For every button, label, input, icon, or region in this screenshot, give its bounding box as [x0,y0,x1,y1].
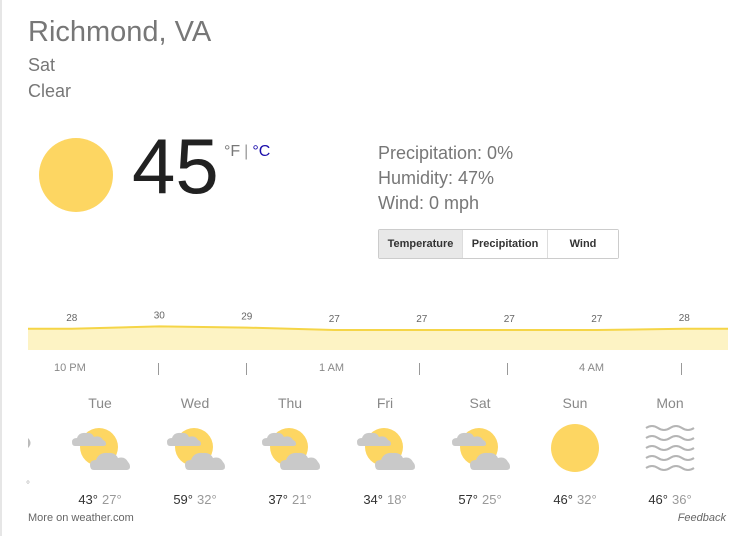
partial-cloud-icon [28,438,31,448]
forecast-day[interactable]: Thu 37° 21° [243,395,337,507]
hour-tick [681,363,682,375]
temperature-value-label: 27 [416,314,428,325]
forecast-high: 57° [458,492,478,507]
hour-axis: 10 PM 1 AM 4 AM [28,362,728,378]
fahrenheit-unit: °F [224,143,241,160]
hour-label: 10 PM [54,362,86,374]
forecast-day[interactable]: Mon 46° 36° [623,395,717,507]
wind-stat: Wind: 0 mph [378,193,480,213]
hour-label: 4 AM [579,362,605,374]
temperature-value-label: 30 [154,310,166,321]
forecast-day-name: Sat [469,395,491,411]
partly-cloudy-icon [68,424,132,476]
forecast-day-name: Thu [277,395,303,411]
forecast-day-name: Sun [562,395,588,411]
forecast-day[interactable]: Wed 59° 32° [148,395,242,507]
sun-icon [543,424,607,476]
precipitation-stat: Precipitation: 0% [378,143,514,163]
tab-temperature[interactable]: Temperature [379,230,463,258]
partly-cloudy-icon [258,424,322,476]
current-temperature: 45 [132,122,219,210]
more-weather-link[interactable]: More on weather.com [28,512,134,524]
hour-tick [419,363,420,375]
weather-stats: Precipitation: 0% Humidity: 47% Wind: 0 … [378,141,513,216]
forecast-low: 21° [292,492,312,507]
forecast-high: 59° [173,492,193,507]
temperature-value-label: 29 [241,312,253,323]
partly-cloudy-icon [163,424,227,476]
partial-temps: ° [26,480,30,491]
graph-tabs: Temperature Precipitation Wind [378,229,619,259]
forecast-day-name: Fri [376,395,394,411]
forecast-day-name: Tue [88,395,112,411]
forecast-low: 27° [102,492,122,507]
forecast-high: 34° [363,492,383,507]
forecast-day[interactable]: Sat 57° 25° [433,395,527,507]
location-title: Richmond, VA [28,16,212,48]
tab-wind[interactable]: Wind [548,230,618,258]
tab-precipitation[interactable]: Precipitation [463,230,548,258]
forecast-high: 46° [553,492,573,507]
hour-label: 1 AM [319,362,345,374]
forecast-low: 25° [482,492,502,507]
forecast-low: 32° [577,492,597,507]
current-condition: Clear [28,81,72,101]
humidity-stat: Humidity: 47% [378,168,495,188]
feedback-link[interactable]: Feedback [678,512,726,524]
current-day: Sat [28,55,56,75]
temperature-value-label: 27 [591,314,603,325]
partly-cloudy-icon [448,424,512,476]
forecast-day-name: Wed [180,395,210,411]
hour-tick [158,363,159,375]
forecast-low: 36° [672,492,692,507]
unit-separator: | [244,143,249,160]
temperature-value-label: 28 [66,313,78,324]
forecast-day[interactable]: Tue 43° 27° [53,395,147,507]
celsius-link[interactable]: °C [252,143,270,160]
haze-icon [638,424,702,476]
temperature-value-label: 27 [329,314,341,325]
sun-icon [39,138,113,212]
forecast-day[interactable]: Sun 46° 32° [528,395,622,507]
hour-tick [507,363,508,375]
partly-cloudy-icon [353,424,417,476]
unit-toggle: °F | °C [224,143,270,161]
weather-card: Richmond, VA Sat Clear 45 °F | °C Precipit… [0,0,736,536]
forecast-day[interactable]: Fri 34° 18° [338,395,432,507]
temperature-graph: 28 30 29 27 27 27 27 28 [28,310,728,350]
forecast-high: 37° [268,492,288,507]
temperature-value-label: 28 [679,313,691,324]
forecast-low: 32° [197,492,217,507]
hour-tick [246,363,247,375]
temperature-value-label: 27 [504,314,516,325]
forecast-high: 46° [648,492,668,507]
forecast-low: 18° [387,492,407,507]
forecast-high: 43° [78,492,98,507]
forecast-day-name: Mon [656,395,684,411]
